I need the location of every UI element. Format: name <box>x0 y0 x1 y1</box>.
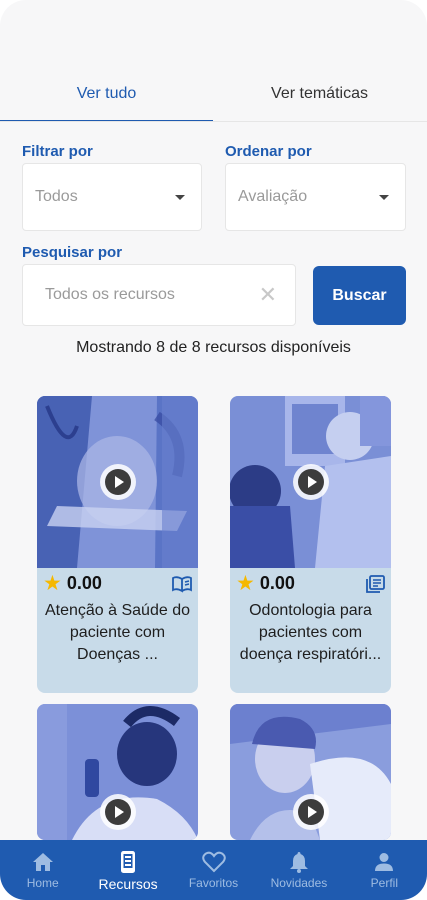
home-icon <box>32 853 53 871</box>
bottom-navigation: Home Recursos Favoritos Novidades Perfil <box>0 840 427 900</box>
rating-value: 0.00 <box>66 572 102 593</box>
resource-card[interactable]: ★ 0.00 Odontologia para pacientes com do… <box>230 396 391 693</box>
tab-divider <box>0 121 427 122</box>
play-icon[interactable] <box>99 464 136 500</box>
resource-thumbnail <box>37 704 198 840</box>
filter-select-value: Todos <box>35 188 78 205</box>
filter-select[interactable]: Todos <box>22 163 202 231</box>
search-button[interactable]: Buscar <box>313 266 406 325</box>
nav-item-label: Home <box>26 876 59 890</box>
resource-card[interactable] <box>37 704 198 840</box>
search-label: Pesquisar por <box>22 244 123 261</box>
library-icon <box>366 575 385 593</box>
search-input[interactable]: Todos os recursos ✕ <box>22 264 296 326</box>
play-icon[interactable] <box>292 464 329 500</box>
nav-item-label: Recursos <box>98 876 158 892</box>
resource-title: Atenção à Saúde do paciente com Doenças … <box>44 602 190 663</box>
person-icon <box>375 853 394 871</box>
play-icon[interactable] <box>292 794 329 830</box>
play-icon[interactable] <box>99 794 136 830</box>
resource-title: Odontologia para pacientes com doença re… <box>239 602 382 663</box>
order-select[interactable]: Avaliação <box>225 163 406 231</box>
rating-value: 0.00 <box>259 572 295 593</box>
dropdown-caret-icon <box>379 194 389 200</box>
rating-row: ★ 0.00 <box>230 568 391 598</box>
filter-label: Filtrar por <box>22 143 93 160</box>
tab-ver-tudo[interactable]: Ver tudo <box>0 78 213 122</box>
resource-card[interactable] <box>230 704 391 840</box>
phone-icon <box>121 851 136 873</box>
resource-card[interactable]: ★ 0.00 Atenção à Saúde do paciente com D… <box>37 396 198 693</box>
nav-item-favoritos[interactable]: Favoritos <box>171 840 256 900</box>
star-icon: ★ <box>236 571 255 595</box>
search-placeholder: Todos os recursos <box>45 286 175 303</box>
results-count: Mostrando 8 de 8 recursos disponíveis <box>76 339 351 356</box>
tab-ver-tematicas[interactable]: Ver temáticas <box>213 78 426 122</box>
nav-item-label: Perfil <box>370 876 398 890</box>
rating-row: ★ 0.00 <box>37 568 198 598</box>
resource-thumbnail <box>230 396 391 568</box>
clear-icon[interactable]: ✕ <box>259 284 277 306</box>
nav-item-label: Favoritos <box>188 876 239 890</box>
tab-bar: Ver tudo Ver temáticas <box>0 78 427 122</box>
book-icon <box>172 576 192 593</box>
nav-item-label: Novidades <box>270 876 328 890</box>
star-icon: ★ <box>43 571 62 595</box>
nav-item-perfil[interactable]: Perfil <box>342 840 427 900</box>
screen: Ver tudo Ver temáticas Filtrar por Todos… <box>0 0 427 900</box>
resource-thumbnail <box>230 704 391 840</box>
bell-icon <box>289 852 308 873</box>
nav-item-recursos[interactable]: Recursos <box>85 840 170 900</box>
nav-item-novidades[interactable]: Novidades <box>256 840 341 900</box>
dropdown-caret-icon <box>175 194 185 200</box>
heart-icon <box>201 851 226 873</box>
resource-thumbnail <box>37 396 198 568</box>
nav-item-home[interactable]: Home <box>0 840 85 900</box>
order-label: Ordenar por <box>225 143 312 160</box>
order-select-value: Avaliação <box>238 188 308 205</box>
